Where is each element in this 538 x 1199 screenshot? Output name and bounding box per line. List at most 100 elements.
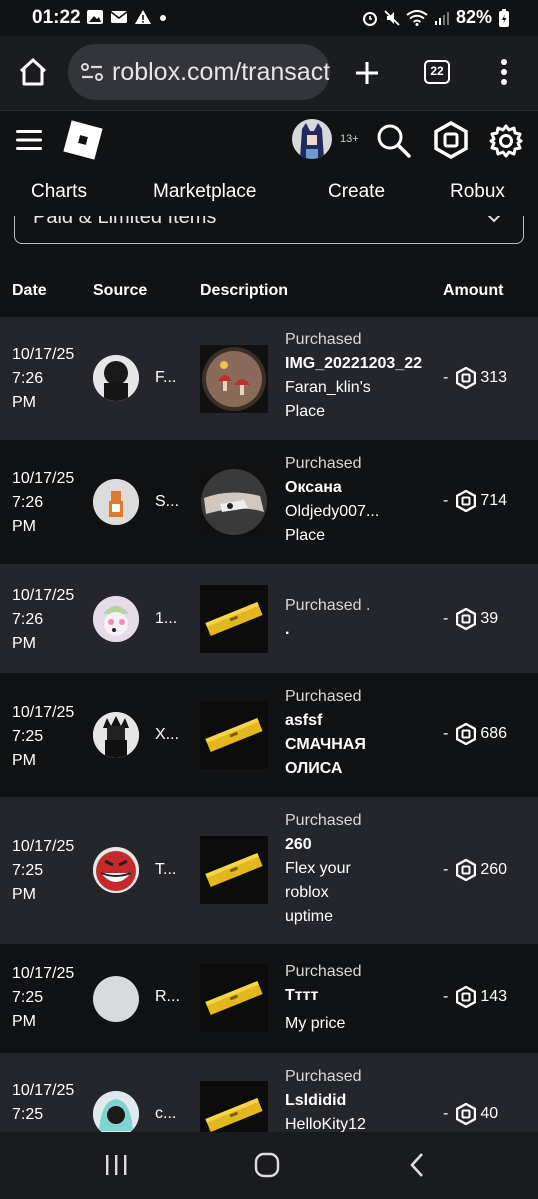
robux-icon[interactable]	[432, 121, 470, 159]
signal-icon	[434, 11, 449, 25]
item-name[interactable]: asfsf	[285, 709, 435, 733]
table-row: 10/17/25 7:26 PM F... Purchased IMG_202212…	[0, 317, 538, 440]
amount-value: 39	[480, 610, 499, 627]
source-name[interactable]: 1...	[155, 610, 177, 628]
nav-robux[interactable]: Robux	[450, 181, 505, 203]
row-amount: - 39	[443, 608, 498, 630]
item-thumbnail[interactable]	[200, 585, 268, 653]
item-name[interactable]: Lsldidid	[285, 1089, 435, 1113]
row-description: Purchased asfsf СМАЧНАЯ ОЛИСА	[285, 685, 435, 781]
hamburger-menu-icon[interactable]	[16, 129, 42, 151]
battery-icon	[499, 8, 509, 27]
item-thumbnail[interactable]	[200, 701, 268, 769]
row-date: 10/17/25 7:26 PM	[12, 346, 75, 411]
source-name[interactable]: S...	[155, 493, 179, 511]
source-avatar[interactable]	[93, 1091, 139, 1132]
row-description: Purchased . .	[285, 594, 435, 642]
description-label: Purchased	[285, 331, 362, 348]
item-thumbnail[interactable]	[200, 836, 268, 904]
age-badge: 13+	[340, 133, 359, 145]
item-thumbnail[interactable]	[200, 964, 268, 1032]
row-date: 10/17/257:25PM	[12, 838, 75, 903]
site-settings-icon[interactable]	[80, 62, 104, 82]
robux-icon	[456, 1103, 477, 1125]
source-avatar[interactable]	[93, 479, 139, 525]
place-name: HelloKity12	[285, 1116, 366, 1132]
search-icon[interactable]	[376, 123, 412, 159]
item-thumbnail[interactable]	[200, 468, 268, 536]
amount-value: 686	[480, 725, 508, 742]
gallery-icon	[87, 10, 103, 24]
wifi-icon	[406, 9, 428, 26]
row-amount: - 143	[443, 986, 507, 1008]
battery-percent: 82%	[455, 7, 492, 27]
table-row: 10/17/25 7:25 PM T... Purchased 260 Flex y…	[0, 797, 538, 944]
nav-create[interactable]: Create	[328, 181, 385, 203]
url-text: roblox.com/transactions	[112, 58, 330, 86]
roblox-logo-icon[interactable]	[60, 117, 106, 163]
table-row: 10/17/257:25PM c... Purchased Lsldidid H…	[0, 1053, 538, 1132]
nav-charts[interactable]: Charts	[31, 181, 87, 203]
roblox-header: 13+ Charts Marketplace Create Robux	[0, 110, 538, 216]
item-thumbnail[interactable]	[200, 345, 268, 413]
warning-icon	[135, 10, 151, 24]
row-amount: - 714	[443, 490, 507, 512]
col-description: Description	[200, 282, 289, 299]
home-icon[interactable]	[18, 58, 48, 86]
tab-switcher-button[interactable]: 22	[424, 60, 450, 84]
row-date: 10/17/257:25PM	[12, 965, 75, 1030]
source-avatar[interactable]	[93, 847, 139, 893]
source-name[interactable]: T...	[155, 861, 176, 879]
source-avatar[interactable]	[93, 976, 139, 1022]
status-bar: 01:22 82%	[0, 0, 538, 36]
row-date: 10/17/257:25PM	[12, 704, 75, 769]
place-name: Flex your	[285, 860, 351, 877]
item-name[interactable]: 260	[285, 833, 435, 857]
source-avatar[interactable]	[93, 355, 139, 401]
dropdown-selected: Paid & Limited Items	[33, 216, 217, 228]
row-date: 10/17/257:25PM	[12, 1082, 75, 1132]
source-name[interactable]: c...	[155, 1105, 176, 1123]
robux-icon	[456, 986, 477, 1008]
table-row: 10/17/25 7:26 PM 1... Purchased . . - 39	[0, 564, 538, 673]
description-label: Purchased	[285, 812, 362, 829]
dot-icon	[160, 15, 166, 21]
item-name[interactable]: IMG_20221203_22	[285, 352, 435, 376]
description-label: Purchased	[285, 1068, 362, 1085]
new-tab-icon[interactable]	[354, 60, 380, 86]
more-menu-icon[interactable]	[500, 58, 508, 86]
nav-marketplace[interactable]: Marketplace	[153, 181, 257, 203]
robux-icon	[456, 723, 477, 745]
source-avatar[interactable]	[93, 596, 139, 642]
source-name[interactable]: F...	[155, 369, 176, 387]
row-date: 10/17/25 7:26 PM	[12, 587, 75, 652]
row-amount: - 686	[443, 723, 507, 745]
item-thumbnail[interactable]	[200, 1081, 268, 1132]
recent-apps-icon[interactable]	[104, 1152, 128, 1178]
source-avatar[interactable]	[93, 712, 139, 758]
transaction-type-dropdown[interactable]: Paid & Limited Items	[14, 216, 524, 244]
item-name[interactable]: .	[285, 618, 435, 642]
address-bar[interactable]: roblox.com/transactions	[68, 44, 330, 100]
source-name[interactable]: X...	[155, 726, 179, 744]
amount-value: 40	[480, 1105, 499, 1122]
place-name: My price	[285, 1015, 346, 1032]
system-nav-bar	[0, 1132, 538, 1199]
amount-value: 714	[480, 492, 508, 509]
item-name[interactable]: Оксана	[285, 476, 435, 500]
alarm-icon	[362, 11, 377, 26]
source-name[interactable]: R...	[155, 988, 180, 1006]
place-name: Faran_klin's	[285, 379, 371, 396]
back-icon[interactable]	[408, 1152, 426, 1178]
home-button-icon[interactable]	[254, 1152, 280, 1178]
description-label: Purchased	[285, 455, 362, 472]
row-amount: - 260	[443, 859, 507, 881]
row-date: 10/17/25 7:26 PM	[12, 470, 75, 535]
table-row: 10/17/25 7:26 PM S... Purchased Оксана Old…	[0, 440, 538, 564]
description-label: Purchased .	[285, 597, 371, 614]
row-description: Purchased Тттт My price	[285, 960, 435, 1036]
mail-icon	[110, 11, 128, 23]
user-avatar[interactable]	[292, 119, 332, 159]
settings-gear-icon[interactable]	[488, 123, 524, 159]
item-name[interactable]: Тттт	[285, 984, 435, 1008]
